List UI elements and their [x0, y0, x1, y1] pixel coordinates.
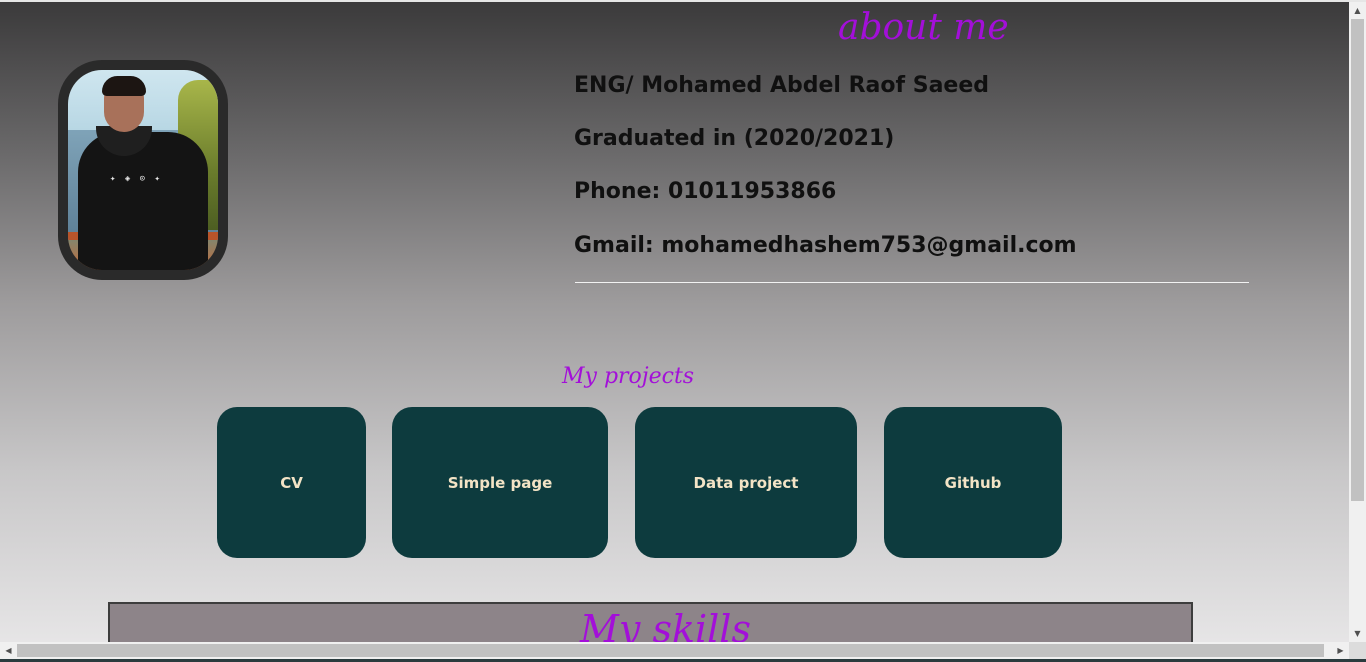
- scroll-right-icon[interactable]: ▶: [1332, 642, 1349, 659]
- page-viewport: about me ✦ ◈ ⊙ ✦ ENG/ Mohamed Abdel Raof…: [0, 2, 1349, 642]
- name-text: ENG/ Mohamed Abdel Raof Saeed: [574, 73, 990, 98]
- profile-photo-frame: ✦ ◈ ⊙ ✦: [58, 60, 228, 280]
- data-project-button[interactable]: Data project: [635, 407, 857, 558]
- scroll-left-icon[interactable]: ◀: [0, 642, 17, 659]
- about-me-heading: about me: [838, 7, 1009, 48]
- profile-photo: ✦ ◈ ⊙ ✦: [68, 70, 218, 270]
- gmail-text: Gmail: mohamedhashem753@gmail.com: [574, 233, 1077, 258]
- scroll-down-icon[interactable]: ▼: [1349, 625, 1366, 642]
- skills-heading: My skills: [580, 607, 751, 642]
- phone-text: Phone: 01011953866: [574, 179, 837, 204]
- cv-button[interactable]: CV: [217, 407, 366, 558]
- horizontal-scroll-thumb[interactable]: [17, 644, 1324, 657]
- projects-heading: My projects: [562, 364, 695, 389]
- horizontal-scrollbar[interactable]: ◀ ▶: [0, 642, 1349, 659]
- vertical-scrollbar[interactable]: ▲ ▼: [1349, 2, 1366, 642]
- simple-page-button[interactable]: Simple page: [392, 407, 608, 558]
- scrollbar-corner: [1349, 642, 1366, 659]
- about-divider: [575, 282, 1249, 283]
- graduation-text: Graduated in (2020/2021): [574, 126, 895, 151]
- github-button[interactable]: Github: [884, 407, 1062, 558]
- scroll-up-icon[interactable]: ▲: [1349, 2, 1366, 19]
- vertical-scroll-thumb[interactable]: [1351, 19, 1364, 501]
